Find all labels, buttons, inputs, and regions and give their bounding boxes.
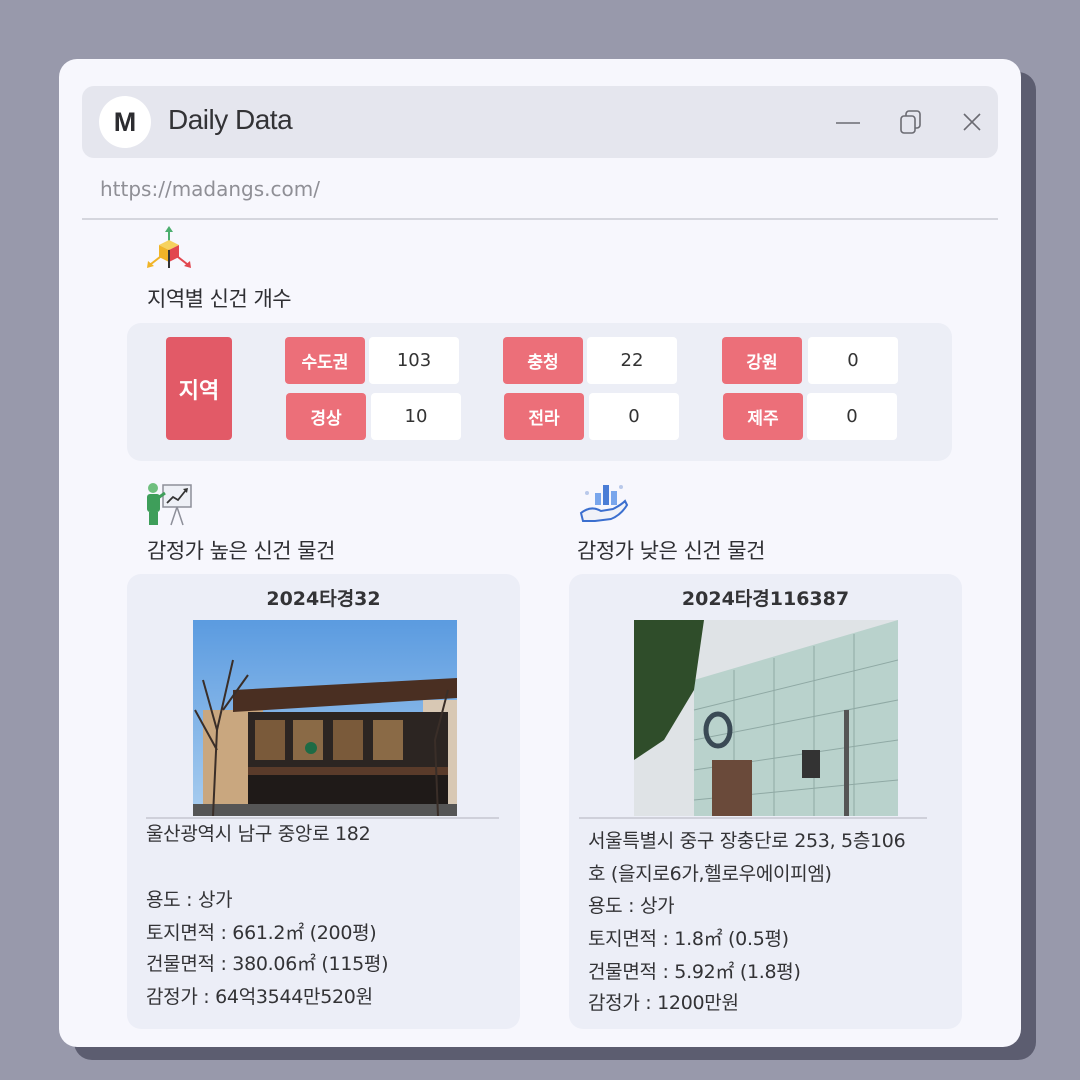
region-main-label: 지역 xyxy=(166,337,232,440)
app-window: M Daily Data https://madangs.com/ 지역별 신건… xyxy=(59,59,1021,1047)
axes-cube-icon xyxy=(143,224,195,276)
low-property-card[interactable]: 2024타경116387 서울특별시 중구 장충단로 253, 5층106 호 … xyxy=(569,574,962,1029)
low-address-line2: 호 (을지로6가,헬로우에이피엠) xyxy=(588,863,832,885)
region-label-jeolla: 전라 xyxy=(504,393,584,440)
region-count-jeolla: 0 xyxy=(589,393,679,440)
low-appraisal: 감정가 : 1200만원 xyxy=(588,992,739,1014)
main-content: 지역별 신건 개수 지역 수도권 103 충청 22 강원 0 경상 10 전라… xyxy=(59,59,1021,1047)
low-address-line1: 서울특별시 중구 장충단로 253, 5층106 xyxy=(588,830,906,852)
low-property-photo xyxy=(634,620,898,816)
low-card-divider xyxy=(579,817,927,819)
low-case-number: 2024타경116387 xyxy=(681,588,850,610)
region-section-title: 지역별 신건 개수 xyxy=(147,287,292,311)
region-label-capital: 수도권 xyxy=(285,337,365,384)
low-building-area: 건물면적 : 5.92㎡ (1.8평) xyxy=(588,961,801,983)
high-property-photo xyxy=(193,620,457,816)
region-count-jeju: 0 xyxy=(807,393,897,440)
region-label-gyeongsang: 경상 xyxy=(286,393,366,440)
region-count-chungcheong: 22 xyxy=(587,337,677,384)
high-usage: 용도 : 상가 xyxy=(146,889,233,911)
low-usage: 용도 : 상가 xyxy=(588,895,675,917)
region-count-gangwon: 0 xyxy=(808,337,898,384)
region-count-capital: 103 xyxy=(369,337,459,384)
region-label-jeju: 제주 xyxy=(723,393,803,440)
high-section-title: 감정가 높은 신건 물건 xyxy=(147,539,335,563)
region-count-gyeongsang: 10 xyxy=(371,393,461,440)
high-case-number: 2024타경32 xyxy=(266,588,381,610)
high-appraisal: 감정가 : 64억3544만520원 xyxy=(146,986,373,1008)
region-panel: 지역 수도권 103 충청 22 강원 0 경상 10 전라 0 제주 0 xyxy=(127,323,952,461)
presentation-chart-icon xyxy=(143,477,195,529)
high-property-card[interactable]: 2024타경32 울산광역시 남구 중앙로 182 용도: 상가 토지면적:… xyxy=(127,574,520,1029)
region-label-gangwon: 강원 xyxy=(722,337,802,384)
low-land-area: 토지면적 : 1.8㎡ (0.5평) xyxy=(588,928,789,950)
high-building-area: 건물면적 : 380.06㎡ (115평) xyxy=(146,953,389,975)
hand-bar-chart-icon xyxy=(577,479,629,531)
high-address: 울산광역시 남구 중앙로 182 xyxy=(146,823,371,845)
low-section-title: 감정가 낮은 신건 물건 xyxy=(577,539,765,563)
region-label-chungcheong: 충청 xyxy=(503,337,583,384)
high-land-area: 토지면적 : 661.2㎡ (200평) xyxy=(146,922,377,944)
